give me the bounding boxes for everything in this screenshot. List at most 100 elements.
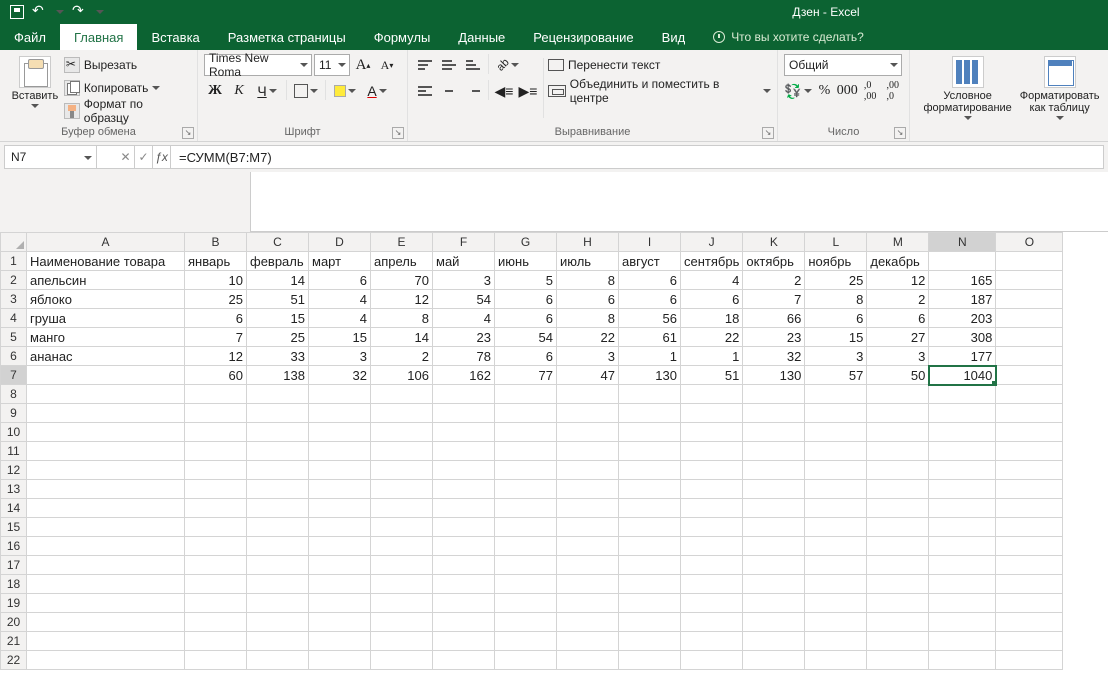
cell-H11[interactable] — [557, 442, 619, 461]
number-format-combo[interactable]: Общий — [784, 54, 902, 76]
cell-O6[interactable] — [996, 347, 1063, 366]
cell-F9[interactable] — [433, 404, 495, 423]
cell-J2[interactable]: 4 — [681, 271, 743, 290]
cell-D7[interactable]: 32 — [309, 366, 371, 385]
cell-J22[interactable] — [681, 651, 743, 670]
cell-F8[interactable] — [433, 385, 495, 404]
tab-page-layout[interactable]: Разметка страницы — [214, 24, 360, 50]
cell-N9[interactable] — [929, 404, 996, 423]
cell-I3[interactable]: 6 — [619, 290, 681, 309]
align-right-button[interactable] — [462, 80, 484, 102]
row-header-15[interactable]: 15 — [1, 518, 27, 537]
cell-C17[interactable] — [247, 556, 309, 575]
cell-A2[interactable]: апельсин — [27, 271, 185, 290]
cell-M21[interactable] — [867, 632, 929, 651]
cell-N18[interactable] — [929, 575, 996, 594]
cell-E5[interactable]: 14 — [371, 328, 433, 347]
cell-B4[interactable]: 6 — [185, 309, 247, 328]
cell-F3[interactable]: 54 — [433, 290, 495, 309]
cell-I19[interactable] — [619, 594, 681, 613]
orientation-button[interactable]: ab — [493, 54, 523, 76]
cell-C5[interactable]: 25 — [247, 328, 309, 347]
cell-C7[interactable]: 138 — [247, 366, 309, 385]
cell-K15[interactable] — [743, 518, 805, 537]
cell-K7[interactable]: 130 — [743, 366, 805, 385]
cell-K2[interactable]: 2 — [743, 271, 805, 290]
cell-O18[interactable] — [996, 575, 1063, 594]
cell-C14[interactable] — [247, 499, 309, 518]
cell-D22[interactable] — [309, 651, 371, 670]
cell-E4[interactable]: 8 — [371, 309, 433, 328]
cell-O22[interactable] — [996, 651, 1063, 670]
tell-me[interactable]: Что вы хотите сделать? — [699, 24, 878, 50]
tab-formulas[interactable]: Формулы — [360, 24, 445, 50]
cell-I17[interactable] — [619, 556, 681, 575]
cell-D20[interactable] — [309, 613, 371, 632]
font-size-combo[interactable]: 11 — [314, 54, 350, 76]
col-header-I[interactable]: I — [619, 233, 681, 252]
cell-H10[interactable] — [557, 423, 619, 442]
cell-B18[interactable] — [185, 575, 247, 594]
align-middle-button[interactable] — [438, 54, 460, 76]
col-header-E[interactable]: E — [371, 233, 433, 252]
cell-L22[interactable] — [805, 651, 867, 670]
cell-M17[interactable] — [867, 556, 929, 575]
cell-E1[interactable]: апрель — [371, 252, 433, 271]
cell-M12[interactable] — [867, 461, 929, 480]
cell-G1[interactable]: июнь — [495, 252, 557, 271]
fill-color-button[interactable] — [330, 80, 360, 102]
cell-M6[interactable]: 3 — [867, 347, 929, 366]
cell-G2[interactable]: 5 — [495, 271, 557, 290]
cell-E13[interactable] — [371, 480, 433, 499]
cell-L7[interactable]: 57 — [805, 366, 867, 385]
cell-L18[interactable] — [805, 575, 867, 594]
cell-J10[interactable] — [681, 423, 743, 442]
cell-K10[interactable] — [743, 423, 805, 442]
col-header-O[interactable]: O — [996, 233, 1063, 252]
cell-I22[interactable] — [619, 651, 681, 670]
cell-M2[interactable]: 12 — [867, 271, 929, 290]
cell-H19[interactable] — [557, 594, 619, 613]
cell-A19[interactable] — [27, 594, 185, 613]
cell-I9[interactable] — [619, 404, 681, 423]
col-header-F[interactable]: F — [433, 233, 495, 252]
cell-C2[interactable]: 14 — [247, 271, 309, 290]
cell-F6[interactable]: 78 — [433, 347, 495, 366]
accounting-format-button[interactable]: 💱 — [784, 80, 812, 102]
tab-insert[interactable]: Вставка — [137, 24, 213, 50]
cell-L3[interactable]: 8 — [805, 290, 867, 309]
cell-F12[interactable] — [433, 461, 495, 480]
cell-K12[interactable] — [743, 461, 805, 480]
cell-D10[interactable] — [309, 423, 371, 442]
cell-C8[interactable] — [247, 385, 309, 404]
cell-C22[interactable] — [247, 651, 309, 670]
cell-E22[interactable] — [371, 651, 433, 670]
cell-A13[interactable] — [27, 480, 185, 499]
cell-H7[interactable]: 47 — [557, 366, 619, 385]
cell-M5[interactable]: 27 — [867, 328, 929, 347]
cell-D11[interactable] — [309, 442, 371, 461]
col-header-N[interactable]: N — [929, 233, 996, 252]
cell-J8[interactable] — [681, 385, 743, 404]
cell-A8[interactable] — [27, 385, 185, 404]
spreadsheet-grid[interactable]: ABCDEFGHIJKLMNO1Наименование товараянвар… — [0, 232, 1108, 670]
cell-B7[interactable]: 60 — [185, 366, 247, 385]
col-header-G[interactable]: G — [495, 233, 557, 252]
row-header-21[interactable]: 21 — [1, 632, 27, 651]
cell-F2[interactable]: 3 — [433, 271, 495, 290]
cell-G22[interactable] — [495, 651, 557, 670]
cell-L21[interactable] — [805, 632, 867, 651]
cell-A6[interactable]: ананас — [27, 347, 185, 366]
cell-H16[interactable] — [557, 537, 619, 556]
cell-A11[interactable] — [27, 442, 185, 461]
cell-N15[interactable] — [929, 518, 996, 537]
align-left-button[interactable] — [414, 80, 436, 102]
cell-I1[interactable]: август — [619, 252, 681, 271]
cell-G6[interactable]: 6 — [495, 347, 557, 366]
copy-button[interactable]: Копировать — [64, 77, 191, 99]
chevron-down-icon[interactable] — [763, 87, 771, 95]
cell-O11[interactable] — [996, 442, 1063, 461]
cell-N16[interactable] — [929, 537, 996, 556]
cell-E3[interactable]: 12 — [371, 290, 433, 309]
cell-C10[interactable] — [247, 423, 309, 442]
